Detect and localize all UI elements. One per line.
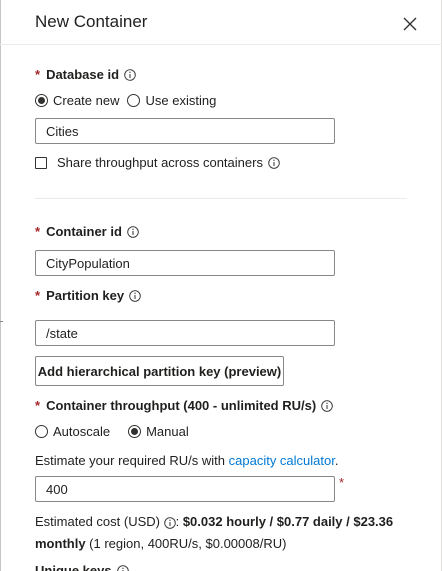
section-divider <box>35 198 407 199</box>
estimate-text-prefix: Estimate your required RU/s with <box>35 453 229 468</box>
throughput-required-mark: * <box>339 475 345 490</box>
info-icon[interactable] <box>127 225 139 238</box>
estimated-cost-period: monthly <box>35 536 86 551</box>
capacity-calculator-link[interactable]: capacity calculator <box>229 453 335 468</box>
container-id-label-text: Container id <box>46 224 122 239</box>
required-mark: * <box>35 67 41 82</box>
info-icon[interactable] <box>129 289 141 302</box>
radio-create-new-label: Create new <box>53 93 120 108</box>
required-mark: * <box>35 288 41 303</box>
radio-autoscale[interactable]: Autoscale <box>35 424 110 439</box>
info-icon[interactable] <box>163 516 176 529</box>
throughput-input[interactable]: 400 <box>35 476 335 502</box>
radio-use-existing-label: Use existing <box>145 93 217 108</box>
container-id-label: * Container id <box>35 224 139 239</box>
unique-keys-label-text: Unique keys <box>35 563 112 571</box>
header-divider <box>0 44 442 45</box>
share-throughput-row: Share throughput across containers <box>35 155 280 170</box>
estimate-text-end: . <box>334 453 339 468</box>
unique-keys-label: Unique keys <box>35 563 129 571</box>
database-id-label-text: Database id <box>46 67 120 82</box>
radio-manual-circle <box>128 425 142 438</box>
radio-use-existing-circle <box>127 94 141 107</box>
estimated-cost-colon: : <box>175 514 183 529</box>
panel-edge-tick <box>0 321 3 322</box>
radio-use-existing[interactable]: Use existing <box>127 93 216 108</box>
share-throughput-checkbox[interactable] <box>35 156 47 169</box>
estimated-cost-line: Estimated cost (USD) : $0.032 hourly / $… <box>35 514 393 529</box>
info-icon[interactable] <box>124 68 136 81</box>
estimate-text: Estimate your required RU/s with capacit… <box>35 453 338 468</box>
database-id-label: * Database id <box>35 67 136 82</box>
estimated-cost-amount: $0.032 hourly / $0.77 daily / $23.36 <box>182 514 394 529</box>
close-button[interactable] <box>400 14 420 34</box>
partition-key-label-text: Partition key <box>46 288 125 303</box>
estimated-cost-prefix: Estimated cost (USD) <box>35 514 164 529</box>
panel-title: New Container <box>35 12 148 31</box>
partition-key-label: * Partition key <box>35 288 141 303</box>
radio-manual[interactable]: Manual <box>128 424 189 439</box>
database-mode-radio-group: Create new Use existing <box>35 93 224 108</box>
throughput-label: * Container throughput (400 - unlimited … <box>35 398 333 413</box>
add-hierarchical-partition-key-button[interactable]: Add hierarchical partition key (preview) <box>35 356 284 386</box>
radio-manual-label: Manual <box>146 424 189 439</box>
info-icon[interactable] <box>321 399 333 412</box>
share-throughput-label: Share throughput across containers <box>57 155 263 170</box>
estimated-cost-line-2: monthly (1 region, 400RU/s, $0.00008/RU) <box>35 536 286 551</box>
estimated-cost-detail: (1 region, 400RU/s, $0.00008/RU) <box>85 536 287 551</box>
radio-create-new[interactable]: Create new <box>35 93 119 108</box>
radio-autoscale-circle <box>35 425 48 438</box>
database-id-input[interactable]: Cities <box>35 118 335 144</box>
required-mark: * <box>35 398 41 413</box>
info-icon[interactable] <box>268 156 280 169</box>
info-icon[interactable] <box>116 564 129 571</box>
throughput-mode-radio-group: Autoscale Manual <box>35 424 197 439</box>
container-id-input[interactable]: CityPopulation <box>35 250 335 276</box>
required-mark: * <box>35 224 41 239</box>
partition-key-input[interactable]: /state <box>35 320 335 346</box>
close-icon <box>403 17 417 31</box>
throughput-label-text: Container throughput (400 - unlimited RU… <box>46 398 317 413</box>
panel-left-border <box>0 0 1 571</box>
radio-autoscale-label: Autoscale <box>53 424 111 439</box>
radio-create-new-circle <box>35 94 48 107</box>
